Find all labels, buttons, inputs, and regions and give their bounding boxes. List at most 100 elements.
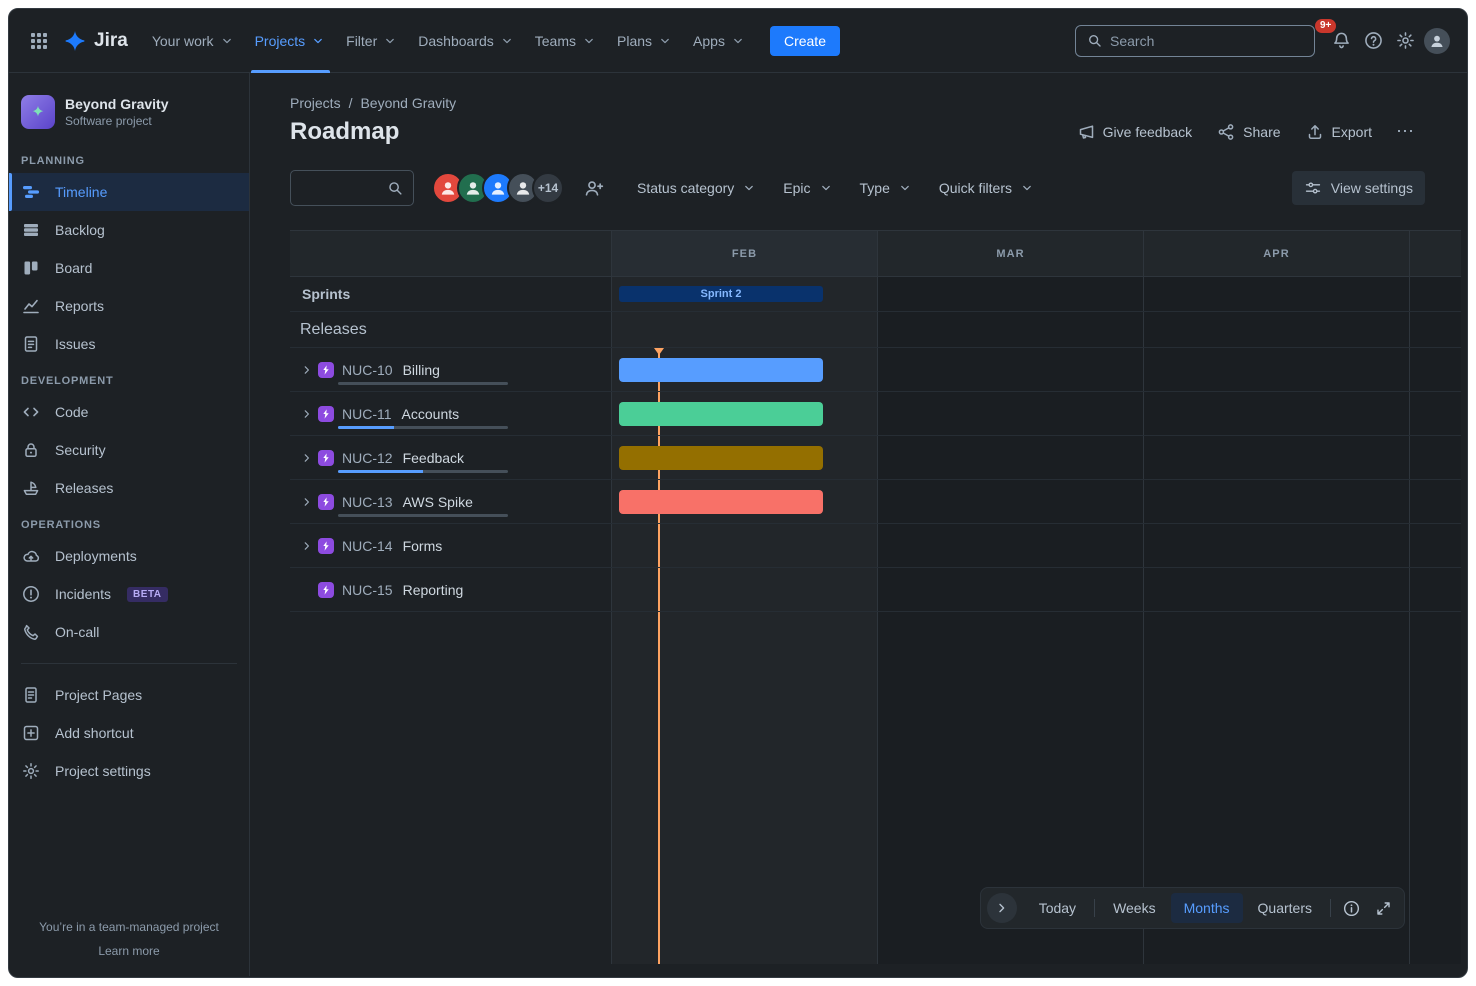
- team-managed-note: You’re in a team-managed project: [39, 920, 219, 934]
- nav-teams[interactable]: Teams: [525, 9, 607, 73]
- status-category-filter[interactable]: Status category: [624, 172, 770, 204]
- help-button[interactable]: [1357, 25, 1389, 57]
- nav-apps[interactable]: Apps: [683, 9, 756, 73]
- give-feedback-button[interactable]: Give feedback: [1066, 116, 1203, 148]
- project-header[interactable]: Beyond Gravity Software project: [9, 79, 249, 143]
- month-label-apr: APR: [1143, 231, 1409, 276]
- nav-dashboards[interactable]: Dashboards: [408, 9, 525, 73]
- type-filter[interactable]: Type: [847, 172, 926, 204]
- filter-buttons: Status category Epic Type Quick filters: [624, 172, 1048, 204]
- sidebar-item-deployments[interactable]: Deployments: [9, 537, 249, 575]
- epic-key: NUC-14: [342, 538, 393, 554]
- header-actions: Give feedback Share Export ⋯: [1066, 115, 1425, 148]
- sidebar-divider: [21, 663, 237, 664]
- nav-label: Projects: [255, 33, 306, 49]
- add-shortcut-icon: [21, 723, 41, 743]
- months-button[interactable]: Months: [1171, 893, 1243, 923]
- sidebar-item-board[interactable]: Board: [9, 249, 249, 287]
- sidebar-item-add-shortcut[interactable]: Add shortcut: [9, 714, 249, 752]
- person-icon: [488, 178, 508, 198]
- learn-more-link[interactable]: Learn more: [98, 944, 159, 958]
- global-search[interactable]: [1075, 25, 1315, 57]
- epic-bar[interactable]: [619, 358, 823, 382]
- expand-chevron[interactable]: [300, 407, 314, 421]
- share-button[interactable]: Share: [1206, 116, 1290, 148]
- expand-chevron[interactable]: [300, 363, 314, 377]
- search-icon: [386, 179, 404, 197]
- sidebar-item-on-call[interactable]: On-call: [9, 613, 249, 651]
- sprints-label[interactable]: Sprints: [290, 277, 611, 311]
- chevron-down-icon: [219, 33, 235, 49]
- sidebar-item-security[interactable]: Security: [9, 431, 249, 469]
- ship-icon: [21, 478, 41, 498]
- epic-filter[interactable]: Epic: [770, 172, 846, 204]
- weeks-button[interactable]: Weeks: [1100, 893, 1169, 923]
- epic-name[interactable]: Reporting: [403, 582, 464, 598]
- nav-your-work[interactable]: Your work: [142, 9, 245, 73]
- sidebar-item-project-settings[interactable]: Project settings: [9, 752, 249, 790]
- today-button[interactable]: Today: [1026, 893, 1089, 923]
- sidebar-item-incidents[interactable]: Incidents BETA: [9, 575, 249, 613]
- sidebar-item-issues[interactable]: Issues: [9, 325, 249, 363]
- expand-chevron[interactable]: [300, 451, 314, 465]
- chevron-down-icon: [499, 33, 515, 49]
- sidebar-item-label: Deployments: [55, 548, 137, 564]
- person-icon: [463, 178, 483, 198]
- settings-button[interactable]: [1389, 25, 1421, 57]
- quick-filters[interactable]: Quick filters: [926, 172, 1048, 204]
- scroll-right-button[interactable]: [987, 893, 1017, 923]
- sidebar-item-releases[interactable]: Releases: [9, 469, 249, 507]
- epic-icon: [318, 538, 334, 554]
- nav-projects[interactable]: Projects: [245, 9, 337, 73]
- epic-name[interactable]: Accounts: [402, 406, 460, 422]
- add-people-button[interactable]: [578, 172, 610, 204]
- epic-name[interactable]: Billing: [403, 362, 440, 378]
- epic-progress-track: [338, 470, 508, 473]
- sidebar-item-timeline[interactable]: Timeline: [9, 173, 249, 211]
- epic-name[interactable]: Feedback: [403, 450, 464, 466]
- view-settings-button[interactable]: View settings: [1292, 171, 1425, 205]
- notifications-button[interactable]: 9+: [1325, 25, 1357, 57]
- expand-chevron[interactable]: [300, 539, 314, 553]
- epic-key: NUC-11: [342, 406, 392, 422]
- breadcrumb-projects[interactable]: Projects: [290, 95, 341, 111]
- sidebar-item-backlog[interactable]: Backlog: [9, 211, 249, 249]
- main-content: Projects / Beyond Gravity Roadmap Give f…: [250, 73, 1467, 976]
- sidebar-item-label: Issues: [55, 336, 95, 352]
- expand-chevron[interactable]: [300, 495, 314, 509]
- nav-filter[interactable]: Filter: [336, 9, 408, 73]
- breadcrumb-project-name[interactable]: Beyond Gravity: [360, 95, 456, 111]
- app-switcher-button[interactable]: [23, 25, 55, 57]
- jira-logo[interactable]: Jira: [55, 29, 142, 53]
- sprint-bar[interactable]: Sprint 2: [619, 286, 823, 302]
- nav-label: Plans: [617, 33, 652, 49]
- more-actions-button[interactable]: ⋯: [1386, 115, 1425, 148]
- timeline-search-input[interactable]: [300, 179, 386, 197]
- sidebar-item-project-pages[interactable]: Project Pages: [9, 676, 249, 714]
- board-toolbar: +14 Status category Epic Type: [290, 170, 1461, 206]
- timeline-search[interactable]: [290, 170, 414, 206]
- quarters-button[interactable]: Quarters: [1245, 893, 1325, 923]
- create-button[interactable]: Create: [770, 26, 840, 56]
- avatar-overflow[interactable]: +14: [532, 172, 564, 204]
- sidebar-item-reports[interactable]: Reports: [9, 287, 249, 325]
- info-button[interactable]: [1336, 893, 1366, 923]
- epic-key: NUC-10: [342, 362, 393, 378]
- epic-bar[interactable]: [619, 446, 823, 470]
- epic-bar[interactable]: [619, 402, 823, 426]
- epic-row: NUC-15 Reporting: [290, 568, 1461, 612]
- releases-label[interactable]: Releases: [290, 312, 611, 347]
- chevron-down-icon: [897, 180, 913, 196]
- epic-progress-fill: [338, 426, 394, 429]
- fullscreen-button[interactable]: [1368, 893, 1398, 923]
- export-button[interactable]: Export: [1295, 116, 1382, 148]
- profile-button[interactable]: [1421, 25, 1453, 57]
- global-search-input[interactable]: [1110, 33, 1304, 49]
- epic-name[interactable]: Forms: [403, 538, 443, 554]
- nav-plans[interactable]: Plans: [607, 9, 683, 73]
- epic-key: NUC-13: [342, 494, 393, 510]
- epic-name[interactable]: AWS Spike: [403, 494, 473, 510]
- sidebar-item-code[interactable]: Code: [9, 393, 249, 431]
- epic-bar[interactable]: [619, 490, 823, 514]
- month-label-mar: MAR: [877, 231, 1143, 276]
